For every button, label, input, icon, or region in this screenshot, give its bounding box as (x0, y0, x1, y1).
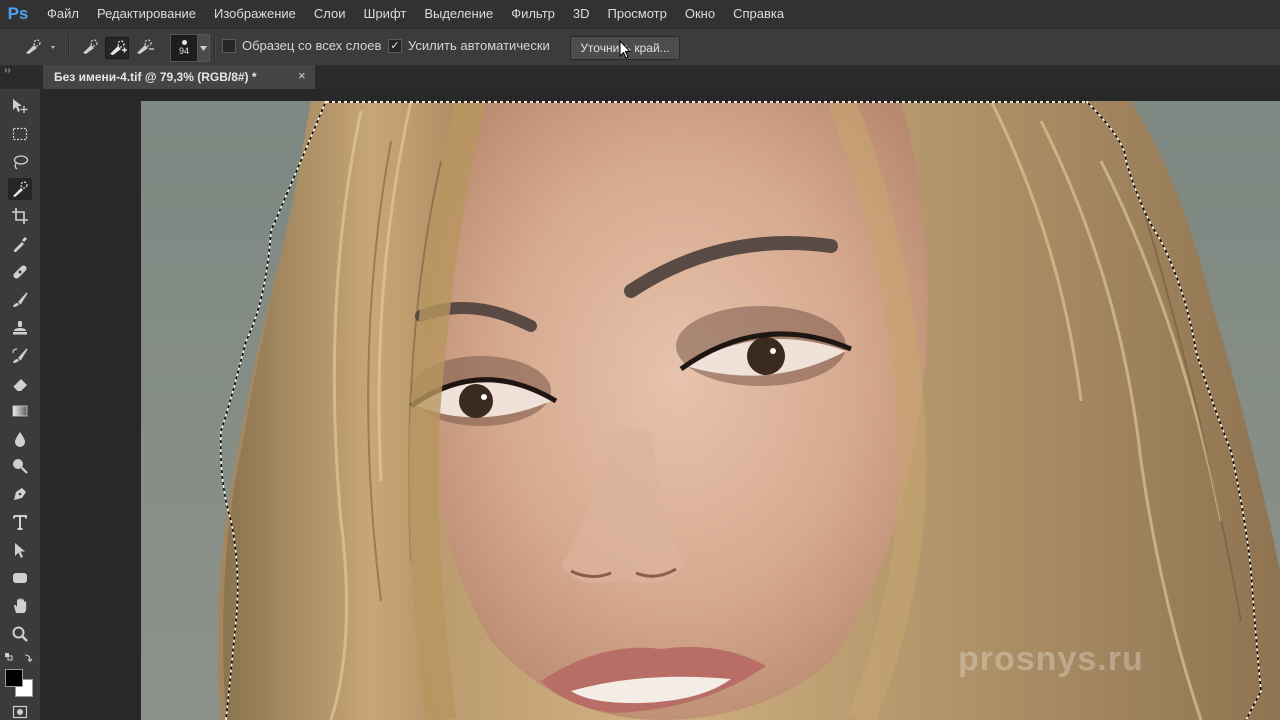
brush-picker[interactable]: 94 (170, 34, 198, 62)
close-icon[interactable]: × (298, 68, 306, 83)
path-selection-icon[interactable] (8, 539, 32, 561)
marquee-icon[interactable] (8, 123, 32, 145)
quick-selection-icon[interactable] (8, 178, 32, 200)
quick-mask-icon[interactable] (8, 705, 32, 719)
swap-colors-control[interactable] (4, 651, 36, 663)
separator (68, 35, 70, 59)
menu-edit[interactable]: Редактирование (88, 0, 205, 28)
brush-tip-icon (181, 40, 187, 45)
separator (214, 35, 216, 59)
portrait-photo (141, 101, 1280, 720)
menu-image[interactable]: Изображение (205, 0, 305, 28)
document-canvas-image[interactable] (141, 101, 1280, 720)
eraser-icon[interactable] (8, 373, 32, 395)
crop-icon[interactable] (8, 205, 32, 227)
menu-bar: Ps Файл Редактирование Изображение Слои … (0, 0, 1280, 28)
menu-3d[interactable]: 3D (564, 0, 599, 28)
options-bar: 94 Образец со всех слоев ✓ Усилить автом… (0, 28, 1280, 66)
document-tab-title: Без имени-4.tif @ 79,3% (RGB/8#) * (54, 70, 257, 84)
eyedropper-icon[interactable] (8, 233, 32, 255)
pen-icon[interactable] (8, 483, 32, 505)
menu-type[interactable]: Шрифт (355, 0, 416, 28)
mouse-pointer-icon (619, 40, 631, 59)
chevron-down-icon (200, 45, 207, 51)
photoshop-logo: Ps (7, 4, 29, 23)
sample-all-layers-option[interactable]: Образец со всех слоев (222, 38, 381, 53)
menu-layers[interactable]: Слои (305, 0, 355, 28)
dodge-icon[interactable] (8, 455, 32, 477)
brush-size-value: 94 (178, 46, 189, 56)
document-tab[interactable]: Без имени-4.tif @ 79,3% (RGB/8#) * × (43, 65, 315, 89)
brush-picker-dropdown[interactable] (197, 34, 210, 62)
new-selection-mode-button[interactable] (79, 37, 101, 57)
add-to-selection-mode-button[interactable] (105, 37, 129, 59)
menu-view[interactable]: Просмотр (599, 0, 676, 28)
menu-file[interactable]: Файл (33, 0, 88, 28)
auto-enhance-label: Усилить автоматически (408, 38, 550, 53)
healing-brush-icon[interactable] (8, 261, 32, 283)
hand-icon[interactable] (8, 595, 32, 617)
zoom-icon[interactable] (8, 623, 32, 645)
sample-all-layers-label: Образец со всех слоев (242, 38, 382, 53)
type-icon[interactable] (8, 511, 32, 533)
lasso-icon[interactable] (8, 151, 32, 173)
auto-enhance-checkbox[interactable]: ✓ (388, 38, 402, 53)
gradient-icon[interactable] (8, 400, 32, 422)
sample-all-layers-checkbox[interactable] (222, 38, 236, 53)
collapse-panels-icon[interactable]: ›› (4, 65, 11, 76)
blur-icon[interactable] (8, 428, 32, 450)
menu-window[interactable]: Окно (676, 0, 724, 28)
shape-icon[interactable] (8, 567, 32, 589)
menu-filter[interactable]: Фильтр (502, 0, 564, 28)
subtract-from-selection-mode-button[interactable] (133, 37, 155, 57)
watermark-text: prosnys.ru (958, 640, 1144, 678)
auto-enhance-option[interactable]: ✓ Усилить автоматически (388, 38, 550, 53)
tools-panel (0, 89, 41, 720)
foreground-color-swatch[interactable] (5, 669, 23, 687)
menu-help[interactable]: Справка (724, 0, 793, 28)
menu-select[interactable]: Выделение (415, 0, 502, 28)
clone-stamp-icon[interactable] (8, 317, 32, 339)
move-icon[interactable] (8, 95, 32, 117)
document-tab-bar: ›› Без имени-4.tif @ 79,3% (RGB/8#) * × (0, 65, 1280, 89)
tool-preset-picker[interactable] (22, 37, 60, 57)
history-brush-icon[interactable] (8, 345, 32, 367)
brush-icon[interactable] (8, 289, 32, 311)
